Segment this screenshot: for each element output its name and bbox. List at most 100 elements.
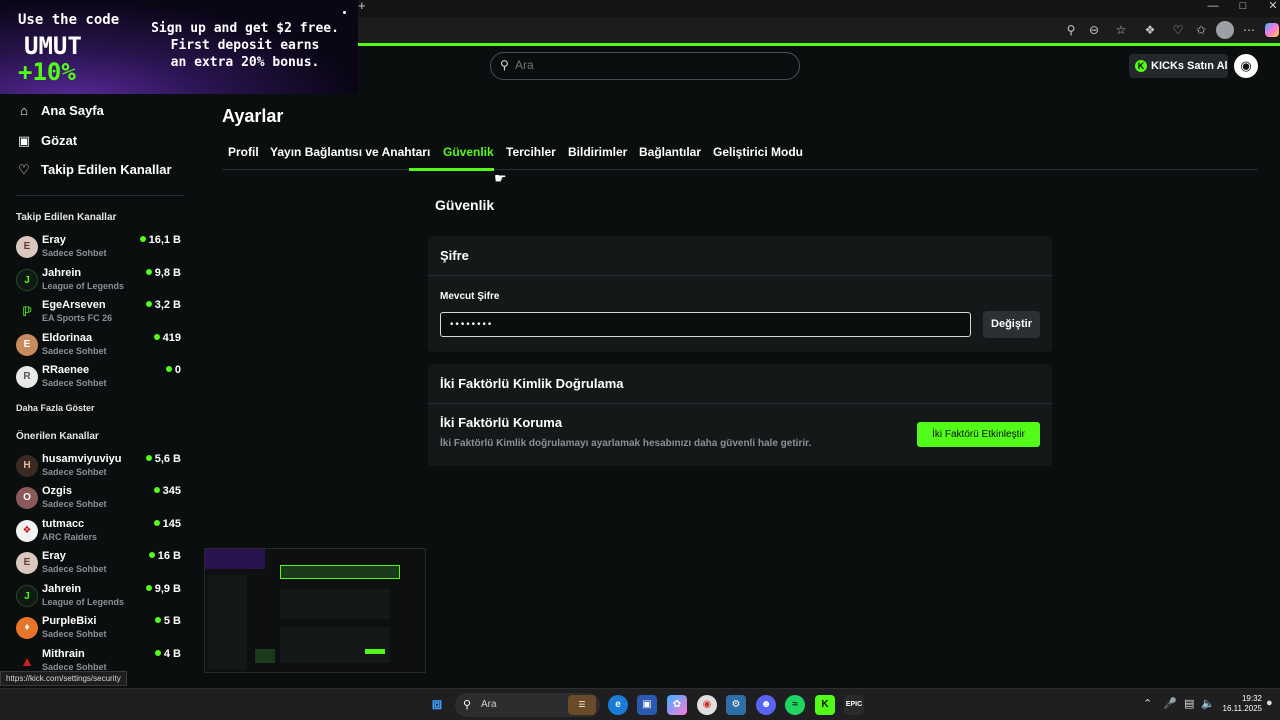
thumb-header (280, 565, 400, 579)
live-dot-icon (145, 585, 152, 591)
windows-start-icon[interactable]: ⧈ (427, 695, 447, 715)
live-dot-icon (154, 650, 161, 656)
network-icon[interactable]: ▤ (1184, 697, 1194, 710)
favorite-star-icon[interactable]: ☆ (1112, 21, 1130, 39)
channel-item[interactable]: ▲ Mithrain Sadece Sohbet 4 B (16, 648, 181, 670)
widgets-icon[interactable]: ☰ (568, 695, 596, 715)
channel-item[interactable]: O Ozgis Sadece Sohbet 345 (16, 485, 181, 515)
user-avatar[interactable]: ◉ (1234, 54, 1258, 78)
viewer-count-value: 0 (174, 364, 181, 376)
channel-item[interactable]: J Jahrein League of Legends 9,8 B (16, 267, 181, 297)
channel-item[interactable]: E Eray Sadece Sohbet 16,1 B (16, 234, 181, 264)
discord-icon[interactable]: ☻ (756, 695, 776, 715)
copilot-app-icon[interactable]: ✿ (667, 695, 687, 715)
heart-outline-icon[interactable]: ♡ (1169, 21, 1187, 39)
channel-name: Mithrain (42, 648, 85, 660)
favorites-icon[interactable]: ✩ (1192, 21, 1210, 39)
copilot-icon[interactable] (1264, 21, 1280, 39)
viewer-count-value: 419 (162, 332, 181, 344)
sidebar-item-home[interactable]: ⌂ Ana Sayfa (16, 101, 104, 121)
tray-chevron-icon[interactable]: ⌃ (1143, 697, 1152, 710)
search-input[interactable] (515, 58, 775, 72)
channel-item[interactable]: ℙ EgeArseven EA Sports FC 26 3,2 B (16, 299, 181, 329)
viewer-count-value: 5,6 B (154, 453, 181, 465)
current-password-label: Mevcut Şifre (440, 291, 500, 302)
clock[interactable]: 19:32 16.11.2025 (1222, 694, 1262, 714)
promo-bonus-percent: +10% (18, 58, 76, 86)
sidebar-item-browse[interactable]: ▣ Gözat (16, 131, 77, 151)
current-password-field[interactable] (440, 312, 971, 337)
sidebar-item-following[interactable]: ♡ Takip Edilen Kanallar (16, 160, 171, 180)
tab-connections[interactable]: Bağlantılar (639, 145, 701, 159)
avatar: ℙ (16, 301, 38, 323)
show-more-link[interactable]: Daha Fazla Göster (16, 403, 95, 413)
minimize-icon[interactable]: — (1198, 0, 1228, 14)
channel-category: Sadece Sohbet (42, 378, 107, 388)
channel-category: League of Legends (42, 597, 125, 607)
tab-security[interactable]: Güvenlik (443, 145, 494, 159)
extensions-icon[interactable]: ❖ (1141, 21, 1159, 39)
channel-item[interactable]: R RRaenee Sadece Sohbet 0 (16, 364, 181, 394)
section-title: Güvenlik (435, 197, 495, 213)
tab-notifications[interactable]: Bildirimler (568, 145, 627, 159)
channel-item[interactable]: ❖ tutmacc ARC Raiders 145 (16, 518, 181, 548)
followed-channels-heading: Takip Edilen Kanallar (16, 212, 117, 223)
channel-name: Eldorinaa (42, 332, 93, 344)
page-title: Ayarlar (222, 106, 284, 126)
channel-item[interactable]: E Eray Sadece Sohbet 16 B (16, 550, 181, 580)
edge-browser-icon[interactable]: e (608, 695, 628, 715)
viewer-count-value: 145 (162, 518, 181, 530)
channel-name: tutmacc (42, 518, 85, 530)
promo-banner[interactable]: Use the code UMUT +10% Sign up and get $… (0, 0, 358, 94)
microphone-icon[interactable]: 🎤 (1163, 697, 1177, 710)
channel-item[interactable]: H husamviyuviyu Sadece Sohbet 5,6 B (16, 453, 181, 483)
banner-dot-icon (343, 11, 346, 14)
viewer-count: 16,1 B (139, 234, 181, 246)
enable-two-factor-button[interactable]: İki Faktörü Etkinleştir (917, 422, 1040, 447)
address-bar[interactable] (358, 20, 1060, 40)
channel-item[interactable]: ♦ PurpleBixi Sadece Sohbet 5 B (16, 615, 181, 645)
epic-games-icon[interactable]: EPIC (844, 695, 864, 715)
channel-name: PurpleBixi (42, 615, 97, 627)
more-menu-icon[interactable]: ⋯ (1240, 21, 1258, 39)
viewer-count-value: 4 B (163, 648, 181, 660)
store-icon[interactable]: ▣ (637, 695, 657, 715)
live-dot-icon (153, 334, 160, 340)
zoom-icon[interactable]: ⚲ (1062, 21, 1080, 39)
avatar: R (16, 366, 38, 388)
clock-date: 16.11.2025 (1222, 704, 1262, 713)
channel-category: Sadece Sohbet (42, 499, 107, 509)
channel-item[interactable]: J Jahrein League of Legends 9,9 B (16, 583, 181, 613)
channel-item[interactable]: E Eldorinaa Sadece Sohbet 419 (16, 332, 181, 362)
kick-app-icon[interactable]: K (815, 695, 835, 715)
tab-developer-mode[interactable]: Geliştirici Modu (713, 145, 803, 159)
channel-category: Sadece Sohbet (42, 564, 107, 574)
buy-kicks-button[interactable]: K KICKs Satın Al (1129, 54, 1228, 78)
maximize-icon[interactable]: □ (1228, 0, 1258, 14)
volume-icon[interactable]: 🔈 (1201, 697, 1215, 710)
tab-preferences[interactable]: Tercihler (506, 145, 556, 159)
channel-category: Sadece Sohbet (42, 629, 107, 639)
new-tab-icon[interactable]: + (358, 0, 370, 14)
close-window-icon[interactable]: ✕ (1258, 0, 1280, 14)
sidebar-divider (16, 195, 184, 196)
profile-icon[interactable] (1216, 21, 1234, 39)
live-dot-icon (139, 236, 146, 242)
mouse-pointer-icon: ☛ (494, 170, 507, 186)
spotify-icon[interactable]: ≈ (785, 695, 805, 715)
chrome-icon[interactable]: ◉ (697, 695, 717, 715)
tab-profile[interactable]: Profil (228, 145, 259, 159)
viewer-count-value: 3,2 B (154, 299, 181, 311)
change-password-button[interactable]: Değiştir (983, 311, 1040, 338)
site-search[interactable]: ⚲ (490, 52, 800, 80)
thumb-banner (205, 549, 265, 569)
notifications-icon[interactable]: ● (1266, 697, 1273, 709)
screen-preview-thumbnail[interactable] (204, 548, 426, 673)
taskbar-search-placeholder: Ara (481, 699, 497, 710)
channel-category: ARC Raiders (42, 532, 98, 542)
settings-app-icon[interactable]: ⚙ (726, 695, 746, 715)
channel-name: Eray (42, 234, 66, 246)
tab-stream-key[interactable]: Yayın Bağlantısı ve Anahtarı (270, 145, 430, 159)
block-icon[interactable]: ⊖ (1085, 21, 1103, 39)
thumb-card (280, 627, 390, 663)
